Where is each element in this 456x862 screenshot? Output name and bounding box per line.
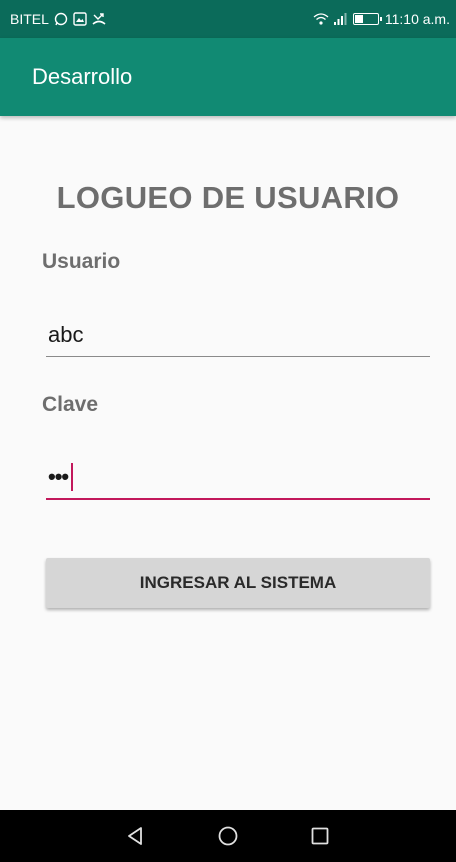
login-screen: BITEL 11:10 a.m. Desarrollo LOGUEO DE US…: [0, 0, 456, 862]
recents-icon[interactable]: [300, 816, 340, 856]
back-icon[interactable]: [116, 816, 156, 856]
signal-icon: [333, 12, 347, 26]
home-icon[interactable]: [208, 816, 248, 856]
usuario-input[interactable]: abc: [46, 313, 430, 357]
whatsapp-icon: [54, 12, 68, 26]
status-left: BITEL: [10, 11, 106, 27]
app-bar: Desarrollo: [0, 38, 456, 116]
status-bar: BITEL 11:10 a.m.: [0, 0, 456, 38]
usuario-label: Usuario: [42, 250, 121, 273]
status-time: 11:10 a.m.: [384, 11, 450, 27]
gallery-icon: [73, 12, 87, 26]
app-title: Desarrollo: [32, 64, 133, 89]
ingresar-button[interactable]: INGRESAR AL SISTEMA: [46, 558, 430, 608]
text-caret: [71, 463, 74, 491]
navigation-bar: [0, 810, 456, 862]
clave-password-input[interactable]: •••: [46, 456, 430, 500]
clave-label: Clave: [42, 393, 99, 416]
status-right: 11:10 a.m.: [313, 11, 450, 27]
missed-call-icon: [92, 12, 106, 26]
clave-input-value: •••: [48, 464, 69, 489]
wifi-icon: [313, 12, 329, 26]
usuario-input-value: abc: [48, 321, 84, 347]
page-title: LOGUEO DE USUARIO: [56, 180, 400, 215]
battery-icon: [352, 13, 382, 25]
carrier-label: BITEL: [10, 11, 49, 27]
